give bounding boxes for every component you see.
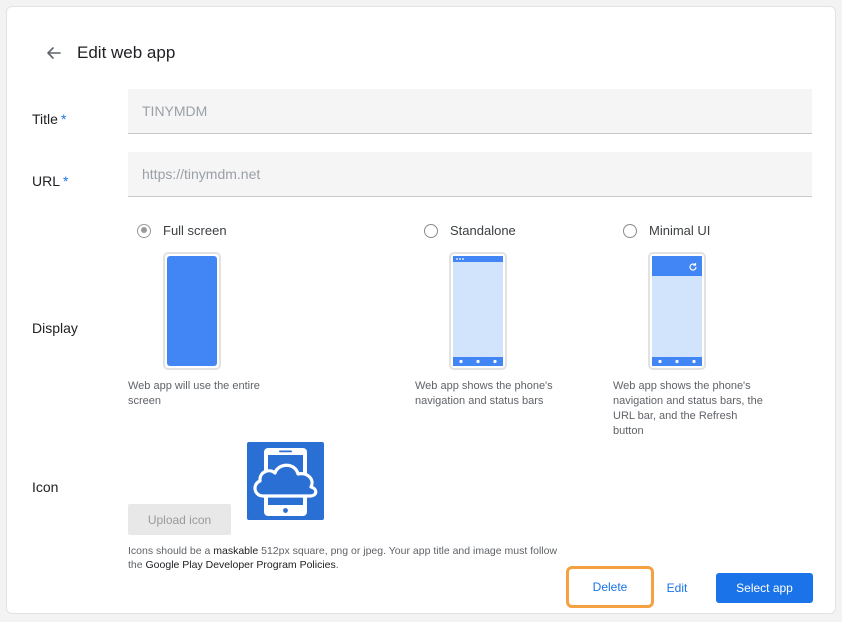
help-suffix: .: [335, 559, 339, 571]
page-title: Edit web app: [77, 43, 176, 62]
icon-label: Icon: [32, 479, 59, 495]
edit-web-app-card: Edit web app Title* URL* Full screen Sta…: [6, 6, 836, 614]
display-label: Display: [32, 320, 78, 336]
url-label: URL *: [32, 173, 68, 189]
radio-checked-icon[interactable]: [137, 223, 151, 238]
required-marker: *: [63, 173, 69, 189]
standalone-description: Web app shows the phone's navigation and…: [415, 380, 553, 407]
full-screen-phone-illustration: [163, 252, 221, 370]
url-input[interactable]: [128, 152, 812, 197]
status-dots-icon: [456, 258, 464, 260]
navigation-bar: [652, 357, 702, 366]
header: Edit web app: [43, 37, 175, 69]
icon-help-text: Icons should be a maskable 512px square,…: [128, 544, 568, 572]
select-app-button[interactable]: Select app: [716, 573, 813, 603]
url-bar: [652, 256, 702, 276]
upload-icon-button[interactable]: Upload icon: [128, 504, 231, 535]
arrow-left-icon[interactable]: [43, 42, 65, 64]
title-label: Title *: [32, 111, 66, 127]
app-icon-preview: [247, 442, 324, 520]
radio-full-screen-label: Full screen: [163, 223, 227, 238]
standalone-phone-illustration: [449, 252, 507, 370]
cloud-phone-icon: [253, 448, 318, 516]
phone-screen: [453, 256, 503, 366]
radio-unchecked-icon[interactable]: [424, 223, 438, 238]
edit-button[interactable]: Edit: [657, 573, 697, 603]
navigation-bar: [453, 357, 503, 366]
maskable-link[interactable]: maskable: [213, 545, 258, 557]
phone-screen: [167, 256, 217, 366]
title-label-text: Title: [32, 111, 58, 127]
radio-standalone-label: Standalone: [450, 223, 516, 238]
nav-buttons-icon: [459, 359, 497, 364]
required-marker: *: [60, 111, 67, 127]
refresh-icon: [689, 263, 697, 271]
google-play-policies-link[interactable]: Google Play Developer Program Policies: [146, 559, 336, 571]
radio-full-screen[interactable]: Full screen: [137, 223, 227, 238]
delete-highlight: Delete: [566, 566, 654, 608]
nav-buttons-icon: [658, 359, 696, 364]
minimal-ui-phone-illustration: [648, 252, 706, 370]
delete-button[interactable]: Delete: [569, 569, 651, 605]
phone-screen: [652, 256, 702, 366]
radio-minimal-ui[interactable]: Minimal UI: [623, 223, 710, 238]
radio-standalone[interactable]: Standalone: [424, 223, 516, 238]
status-bar: [453, 256, 503, 262]
minimal-ui-description: Web app shows the phone's navigation and…: [613, 380, 763, 437]
full-screen-description: Web app will use the entire screen: [128, 380, 260, 407]
url-label-text: URL: [32, 173, 61, 189]
title-input[interactable]: [128, 89, 812, 134]
radio-minimal-ui-label: Minimal UI: [649, 223, 711, 238]
help-prefix: Icons should be a: [128, 545, 214, 557]
radio-unchecked-icon[interactable]: [623, 223, 637, 238]
